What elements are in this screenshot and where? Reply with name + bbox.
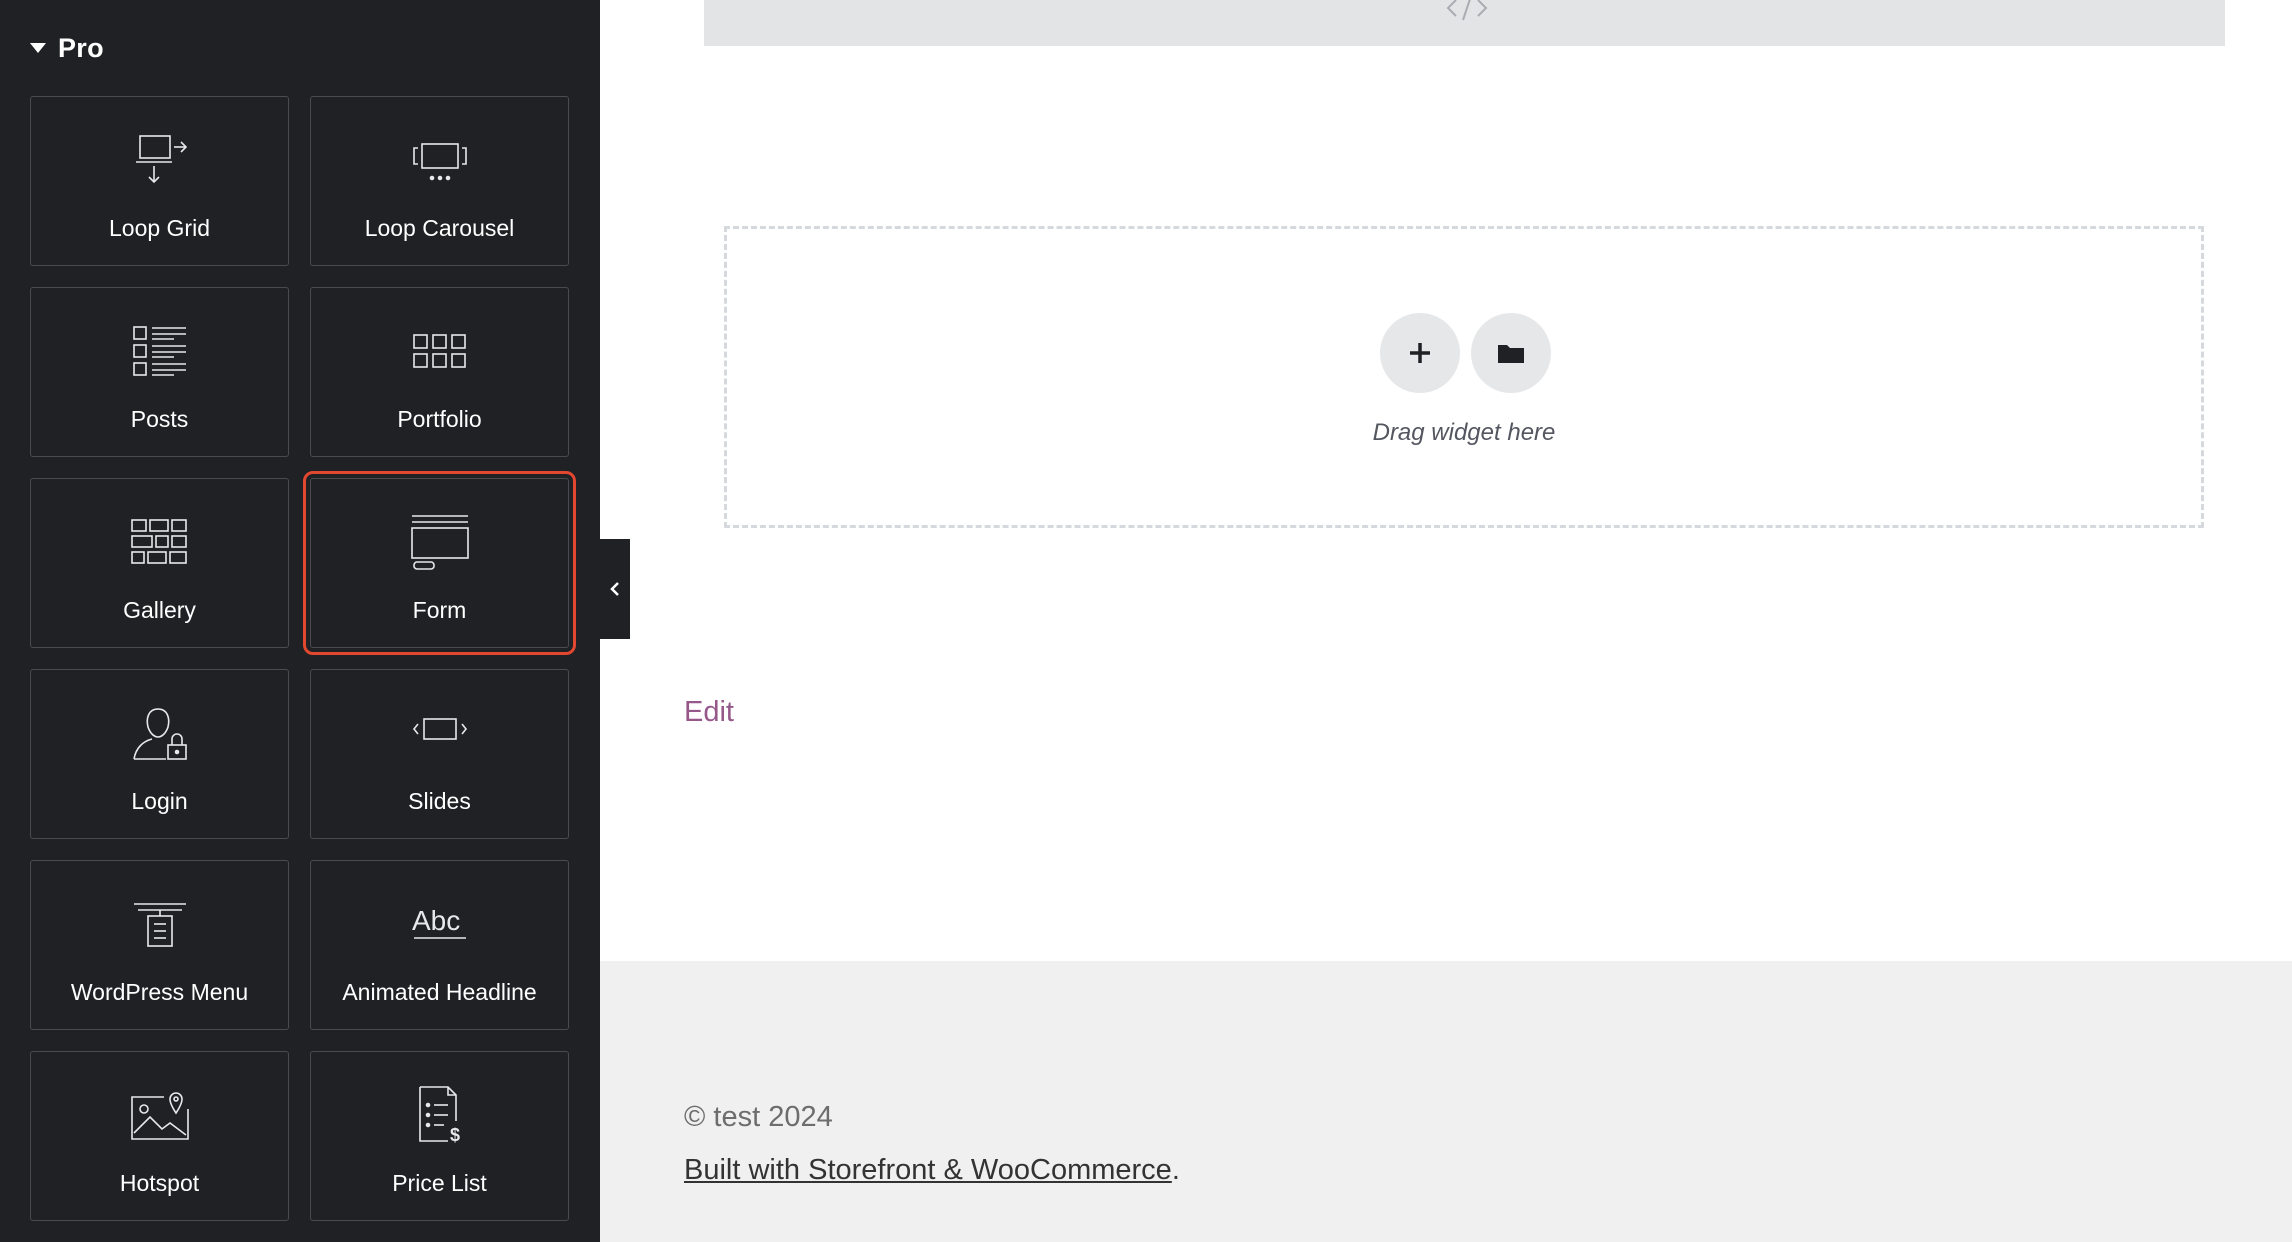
- form-icon: [405, 507, 475, 577]
- price-list-icon: $: [405, 1080, 475, 1150]
- plus-icon: [1410, 343, 1430, 363]
- widget-label: Price List: [392, 1170, 487, 1196]
- widget-label: Animated Headline: [342, 979, 537, 1005]
- credit-line: Built with Storefront & WooCommerce.: [684, 1154, 1180, 1187]
- wordpress-menu-icon: [125, 889, 195, 959]
- folder-icon: [1498, 345, 1524, 363]
- drop-zone-text: Drag widget here: [1372, 419, 1556, 446]
- widget-label: Login: [131, 788, 188, 814]
- svg-text:Abc: Abc: [412, 905, 460, 936]
- portfolio-icon: [405, 316, 475, 386]
- widget-label: WordPress Menu: [70, 979, 249, 1005]
- widget-posts[interactable]: Posts: [30, 287, 289, 457]
- widget-loop-grid[interactable]: Loop Grid: [30, 96, 289, 266]
- login-icon: [125, 698, 195, 768]
- site-footer: © test 2024 Built with Storefront & WooC…: [600, 961, 2292, 1242]
- widget-hotspot[interactable]: Hotspot: [30, 1051, 289, 1221]
- chevron-left-icon: [610, 582, 619, 596]
- widget-label: Posts: [130, 406, 189, 432]
- hotspot-icon: [125, 1080, 195, 1150]
- gallery-icon: [125, 507, 195, 577]
- widget-label: Form: [412, 597, 467, 623]
- svg-text:$: $: [450, 1125, 460, 1145]
- widget-label: Portfolio: [397, 406, 482, 432]
- widget-label: Hotspot: [119, 1170, 200, 1196]
- posts-icon: [125, 316, 195, 386]
- copyright-text: © test 2024: [684, 1101, 833, 1133]
- widget-animated-headline[interactable]: Abc Animated Headline: [310, 860, 569, 1030]
- loop-carousel-icon: [405, 125, 475, 195]
- widget-gallery[interactable]: Gallery: [30, 478, 289, 648]
- widget-label: Loop Carousel: [364, 215, 515, 241]
- add-template-button[interactable]: [1471, 313, 1551, 393]
- widget-wordpress-menu[interactable]: WordPress Menu: [30, 860, 289, 1030]
- add-section-button[interactable]: [1380, 313, 1460, 393]
- loop-grid-icon: [125, 125, 195, 195]
- code-icon: [1446, 0, 1488, 21]
- widget-portfolio[interactable]: Portfolio: [310, 287, 569, 457]
- widget-loop-carousel[interactable]: Loop Carousel: [310, 96, 569, 266]
- widget-slides[interactable]: Slides: [310, 669, 569, 839]
- drop-zone[interactable]: Drag widget here: [724, 226, 2204, 528]
- collapse-panel-button[interactable]: [600, 539, 630, 639]
- storefront-credit-link[interactable]: Built with Storefront & WooCommerce: [684, 1154, 1172, 1186]
- widget-grid: Loop Grid Loop Carousel Posts Portfolio …: [30, 96, 576, 1221]
- credit-suffix: .: [1171, 1154, 1180, 1186]
- widget-label: Gallery: [123, 597, 196, 623]
- widget-label: Slides: [408, 788, 471, 814]
- widget-label: Loop Grid: [108, 215, 210, 241]
- widget-price-list[interactable]: $ Price List: [310, 1051, 569, 1221]
- section-header-pro[interactable]: Pro: [30, 28, 104, 68]
- widget-form[interactable]: Form: [303, 471, 576, 655]
- widget-panel: Pro Loop Grid Loop Carousel Posts Portfo…: [0, 0, 600, 1242]
- animated-headline-icon: Abc: [405, 889, 475, 959]
- slides-icon: [405, 698, 475, 768]
- caret-down-icon: [30, 43, 46, 53]
- edit-link[interactable]: Edit: [684, 696, 734, 729]
- section-title: Pro: [58, 32, 104, 63]
- widget-login[interactable]: Login: [30, 669, 289, 839]
- html-widget-placeholder[interactable]: [704, 0, 2225, 46]
